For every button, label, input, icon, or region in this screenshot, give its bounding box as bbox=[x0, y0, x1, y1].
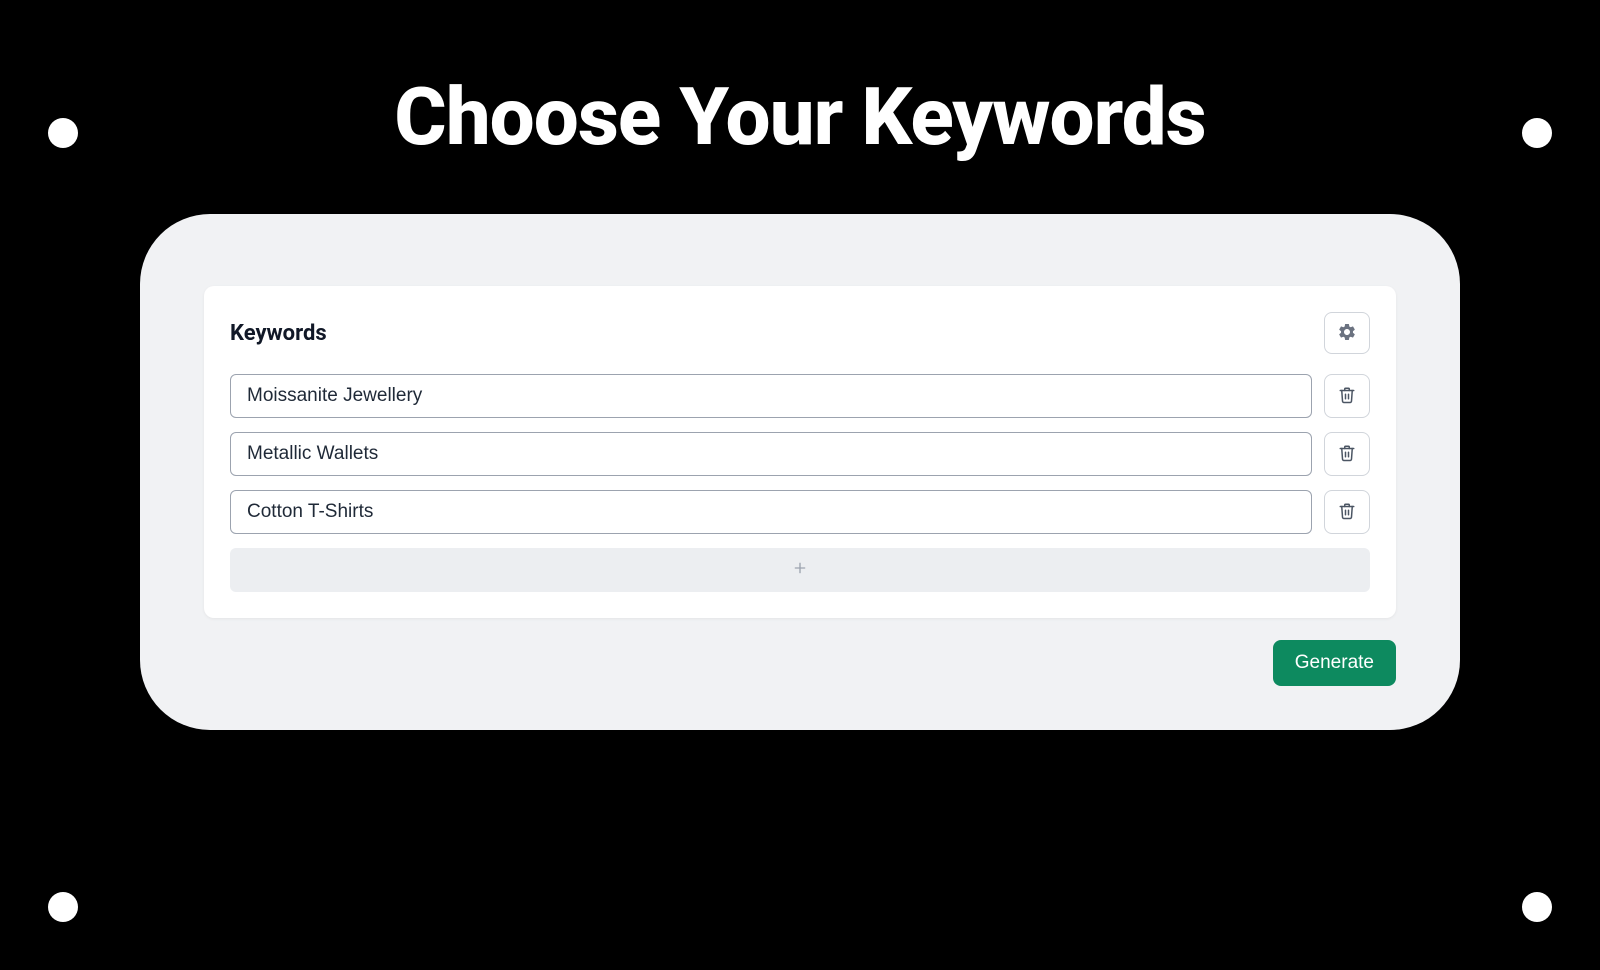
card-title: Keywords bbox=[230, 321, 327, 346]
delete-button[interactable] bbox=[1324, 490, 1370, 534]
generate-button[interactable]: Generate bbox=[1273, 640, 1396, 686]
delete-button[interactable] bbox=[1324, 432, 1370, 476]
decorative-dot bbox=[48, 892, 78, 922]
card-header: Keywords bbox=[230, 312, 1370, 354]
plus-icon bbox=[792, 560, 808, 580]
decorative-dot bbox=[1522, 892, 1552, 922]
decorative-dot bbox=[48, 118, 78, 148]
trash-icon bbox=[1338, 444, 1356, 465]
trash-icon bbox=[1338, 386, 1356, 407]
keyword-row bbox=[230, 490, 1370, 534]
settings-button[interactable] bbox=[1324, 312, 1370, 354]
gear-icon bbox=[1337, 322, 1357, 345]
main-panel: Keywords bbox=[140, 214, 1460, 730]
keyword-input[interactable] bbox=[230, 432, 1312, 476]
keyword-row bbox=[230, 374, 1370, 418]
delete-button[interactable] bbox=[1324, 374, 1370, 418]
page-title: Choose Your Keywords bbox=[0, 70, 1600, 164]
keywords-card: Keywords bbox=[204, 286, 1396, 618]
add-keyword-button[interactable] bbox=[230, 548, 1370, 592]
keyword-input[interactable] bbox=[230, 490, 1312, 534]
keyword-input[interactable] bbox=[230, 374, 1312, 418]
decorative-dot bbox=[1522, 118, 1552, 148]
trash-icon bbox=[1338, 502, 1356, 523]
keyword-row bbox=[230, 432, 1370, 476]
panel-footer: Generate bbox=[204, 640, 1396, 686]
